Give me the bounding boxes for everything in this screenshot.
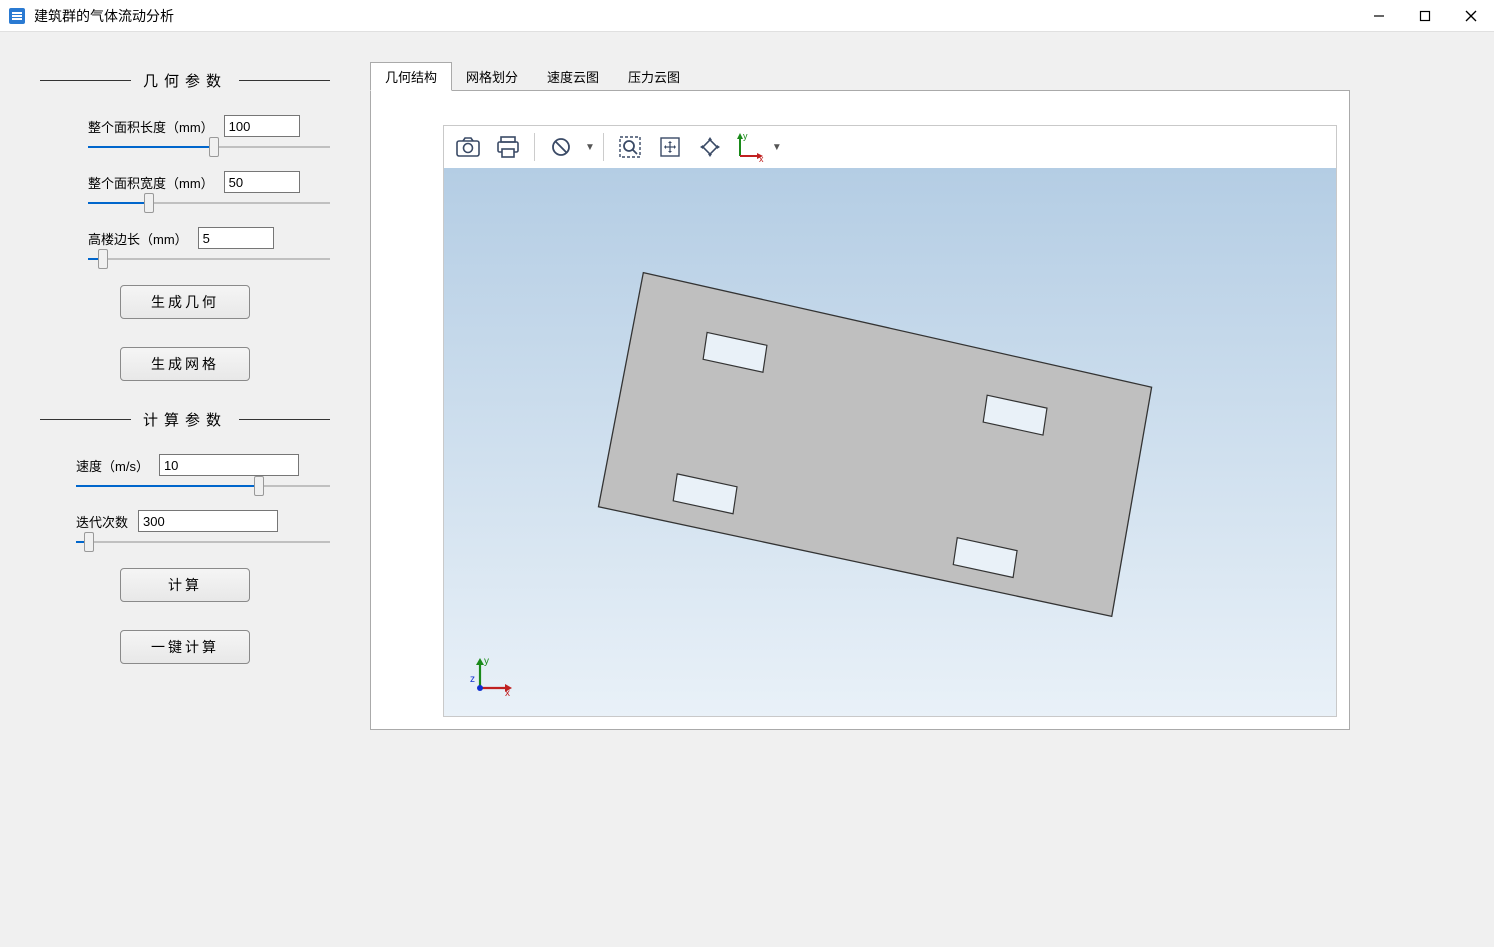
tab-geometry[interactable]: 几何结构: [370, 62, 452, 91]
dropdown-arrow-icon-2[interactable]: ▼: [772, 142, 782, 153]
pan-icon[interactable]: [652, 130, 688, 164]
iter-label: 迭代次数: [76, 512, 128, 531]
building-input[interactable]: [198, 227, 274, 249]
zoom-box-icon[interactable]: [612, 130, 648, 164]
svg-text:y: y: [743, 131, 748, 141]
tab-velocity[interactable]: 速度云图: [532, 62, 614, 91]
generate-geometry-button[interactable]: 生成几何: [120, 285, 250, 319]
window-title: 建筑群的气体流动分析: [34, 6, 174, 26]
canvas-frame: ▼: [370, 90, 1350, 730]
svg-text:x: x: [759, 154, 764, 164]
window-controls: [1356, 0, 1494, 32]
dropdown-arrow-icon[interactable]: ▼: [585, 142, 595, 153]
tab-pressure[interactable]: 压力云图: [613, 62, 695, 91]
minimize-button[interactable]: [1356, 0, 1402, 32]
width-label: 整个面积宽度（mm）: [88, 173, 214, 192]
group-title-calc: 计算参数: [143, 409, 227, 430]
compute-button[interactable]: 计算: [120, 568, 250, 602]
print-icon[interactable]: [490, 130, 526, 164]
sidebar: 几何参数 整个面积长度（mm） 整个面积宽度（mm）: [20, 62, 350, 927]
speed-slider[interactable]: [76, 480, 330, 492]
svg-text:y: y: [484, 656, 489, 667]
group-header-geometry: 几何参数: [40, 70, 330, 91]
group-title-geometry: 几何参数: [143, 70, 227, 91]
axis-triad-icon: x y z: [470, 654, 514, 698]
app-icon: [8, 7, 26, 25]
length-label: 整个面积长度（mm）: [88, 117, 214, 136]
speed-label: 速度（m/s）: [76, 456, 149, 475]
one-click-compute-button[interactable]: 一键计算: [120, 630, 250, 664]
iter-input[interactable]: [138, 510, 278, 532]
svg-text:z: z: [470, 674, 475, 685]
tabs: 几何结构 网格划分 速度云图 压力云图: [370, 62, 1474, 91]
main-area: 几何结构 网格划分 速度云图 压力云图 ▼: [370, 62, 1474, 927]
generate-mesh-button[interactable]: 生成网格: [120, 347, 250, 381]
length-input[interactable]: [224, 115, 300, 137]
building-slider[interactable]: [88, 253, 330, 265]
width-input[interactable]: [224, 171, 300, 193]
viewer-toolbar: ▼: [443, 125, 1337, 169]
titlebar: 建筑群的气体流动分析: [0, 0, 1494, 32]
building-label: 高楼边长（mm）: [88, 229, 188, 248]
maximize-button[interactable]: [1402, 0, 1448, 32]
iter-slider[interactable]: [76, 536, 330, 548]
length-slider[interactable]: [88, 141, 330, 153]
group-header-calc: 计算参数: [40, 409, 330, 430]
width-slider[interactable]: [88, 197, 330, 209]
axis-orientation-icon[interactable]: x y: [732, 130, 766, 164]
screenshot-icon[interactable]: [450, 130, 486, 164]
svg-text:x: x: [505, 688, 510, 698]
viewport-3d[interactable]: x y z: [443, 168, 1337, 717]
no-symbol-icon[interactable]: [543, 130, 579, 164]
tab-mesh[interactable]: 网格划分: [451, 62, 533, 91]
fit-view-icon[interactable]: [692, 130, 728, 164]
close-button[interactable]: [1448, 0, 1494, 32]
speed-input[interactable]: [159, 454, 299, 476]
